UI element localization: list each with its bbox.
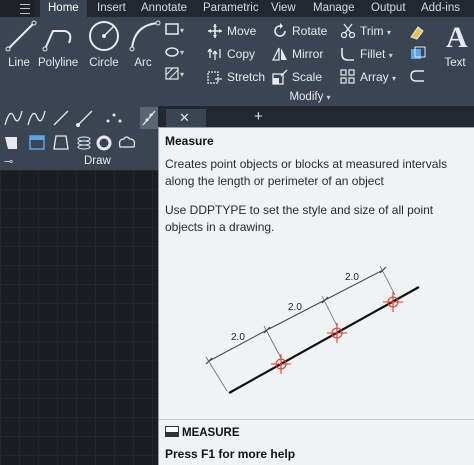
canvas-grid xyxy=(0,170,158,465)
array-button[interactable]: Array ▾ xyxy=(340,67,396,87)
region-icon[interactable] xyxy=(5,137,17,149)
tab-insert[interactable]: Insert xyxy=(97,0,126,17)
scale-icon xyxy=(272,69,288,85)
ribbon-tab-bar: Home Insert Annotate Parametric View Man… xyxy=(0,0,474,17)
tab-add-ins[interactable]: Add-ins xyxy=(421,0,460,17)
svg-text:▾: ▾ xyxy=(180,70,184,79)
dimension-label-2: 2.0 xyxy=(288,302,302,313)
line-icon xyxy=(4,19,38,53)
tab-manage[interactable]: Manage xyxy=(313,0,355,17)
command-line-icon xyxy=(165,426,179,437)
svg-text:▾: ▾ xyxy=(180,48,184,57)
move-icon xyxy=(207,23,223,39)
spline-icon[interactable] xyxy=(4,110,23,126)
donut-icon[interactable] xyxy=(96,135,112,151)
array-icon xyxy=(340,69,356,85)
revision-cloud-icon[interactable] xyxy=(118,136,136,148)
draw-small-tools: ▾ ▾ ▾ xyxy=(164,21,186,87)
text-label: Text xyxy=(444,57,466,69)
point-marker-2 xyxy=(327,323,347,343)
tab-home[interactable]: Home xyxy=(40,0,87,17)
rotate-button[interactable]: Rotate xyxy=(272,21,327,41)
tab-view[interactable]: View xyxy=(271,0,296,17)
tooltip-command: MEASURE xyxy=(165,426,240,439)
copy-icon xyxy=(207,46,223,62)
spline-cv-icon[interactable] xyxy=(27,110,46,126)
document-tab[interactable]: ✕ xyxy=(166,109,206,129)
scale-button[interactable]: Scale xyxy=(272,67,322,87)
point-marker-1 xyxy=(271,354,291,374)
construction-line-icon[interactable] xyxy=(53,110,69,126)
circle-tool[interactable]: Circle xyxy=(86,19,122,69)
trim-button[interactable]: Trim ▾ xyxy=(340,21,391,41)
menu-grip-icon xyxy=(20,4,30,14)
stretch-button[interactable]: Stretch xyxy=(207,67,265,87)
autocad-window: Home Insert Annotate Parametric View Man… xyxy=(0,0,474,465)
tab-parametric[interactable]: Parametric xyxy=(203,0,259,17)
tab-annotate[interactable]: Annotate xyxy=(141,0,187,17)
mirror-icon xyxy=(271,46,288,62)
svg-text:▾: ▾ xyxy=(180,26,184,35)
arc-label: Arc xyxy=(134,57,152,69)
modify-extra-tools xyxy=(408,23,430,89)
move-button[interactable]: Move xyxy=(207,21,256,41)
draw-panel-title-bar: ⊸ Draw xyxy=(0,155,158,170)
text-icon: A xyxy=(440,19,474,54)
polyline-icon xyxy=(41,19,75,53)
arc-icon xyxy=(128,19,162,53)
measure-tooltip: Measure Creates point objects or blocks … xyxy=(158,127,474,465)
explode-icon[interactable] xyxy=(408,45,430,63)
wipeout-icon[interactable] xyxy=(53,135,69,150)
arc-tool[interactable]: Arc xyxy=(128,19,161,69)
pin-icon[interactable]: ⊸ xyxy=(4,155,13,168)
tooltip-help-text: Press F1 for more help xyxy=(165,447,296,461)
tooltip-detail: Use DDPTYPE to set the style and size of… xyxy=(165,203,434,234)
offset-icon[interactable] xyxy=(408,67,430,85)
new-tab-icon[interactable]: + xyxy=(254,108,263,125)
tooltip-title: Measure xyxy=(165,134,214,148)
tooltip-description: Creates point objects or blocks at measu… xyxy=(165,157,448,188)
circle-icon xyxy=(87,19,121,53)
rotate-icon xyxy=(272,22,288,39)
stretch-icon xyxy=(207,69,223,85)
svg-text:A: A xyxy=(446,21,468,53)
dimension-label-1: 2.0 xyxy=(231,332,245,343)
rectangle-icon[interactable]: ▾ xyxy=(164,21,186,39)
point-marker-3 xyxy=(383,292,403,312)
circle-label: Circle xyxy=(89,57,119,69)
multiple-points-icon[interactable] xyxy=(106,113,122,123)
close-tab-icon[interactable]: ✕ xyxy=(179,110,190,126)
hatch-icon[interactable]: ▾ xyxy=(164,65,186,83)
table-icon[interactable] xyxy=(29,135,45,150)
draw-extra-icons xyxy=(4,107,158,151)
app-menu-button[interactable] xyxy=(0,0,34,17)
ellipse-icon[interactable]: ▾ xyxy=(164,43,186,61)
tab-output[interactable]: Output xyxy=(371,0,406,17)
polyline-label: Polyline xyxy=(38,57,79,69)
ray-icon[interactable] xyxy=(76,110,93,127)
draw-panel-title: Draw xyxy=(84,155,111,167)
scissors-icon xyxy=(340,23,356,39)
fillet-icon xyxy=(340,46,356,62)
copy-button[interactable]: Copy xyxy=(207,44,255,64)
mirror-button[interactable]: Mirror xyxy=(271,44,323,64)
erase-icon[interactable] xyxy=(408,23,430,41)
fillet-button[interactable]: Fillet ▾ xyxy=(340,44,393,64)
text-tool[interactable]: A Text xyxy=(440,19,470,69)
polyline-tool[interactable]: Polyline xyxy=(38,19,78,69)
modify-panel-title[interactable]: Modify ▾ xyxy=(205,88,415,106)
line-label: Line xyxy=(8,57,30,69)
dimension-label-3: 2.0 xyxy=(345,272,359,283)
tooltip-divider xyxy=(159,419,474,420)
helix-icon[interactable] xyxy=(77,136,91,150)
drawing-canvas[interactable] xyxy=(0,170,158,465)
measure-illustration: 2.0 2.0 2.0 xyxy=(205,265,420,394)
line-tool[interactable]: Line xyxy=(4,19,37,69)
